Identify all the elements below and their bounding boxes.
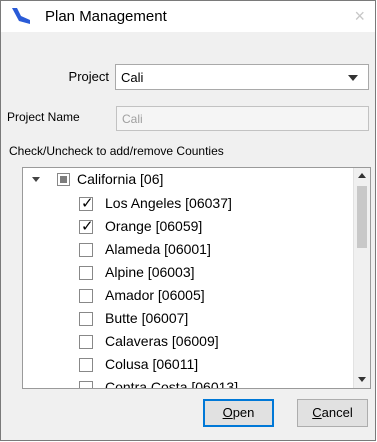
project-name-field[interactable] [116,106,369,131]
cancel-label-rest: ancel [321,405,353,420]
county-label: Alpine [06003] [105,264,195,280]
county-label: Calaveras [06009] [105,333,219,349]
county-label: Orange [06059] [105,218,203,234]
scroll-thumb[interactable] [357,186,367,248]
open-label-rest: pen [232,405,255,420]
county-checkbox[interactable]: ✓ [79,218,94,235]
county-checkbox[interactable] [79,312,93,326]
app-logo-icon [12,8,30,24]
window-title: Plan Management [45,8,167,25]
checkmark-icon: ✓ [81,195,94,212]
open-button[interactable]: Open [203,399,274,427]
county-checkbox[interactable] [79,381,93,388]
close-icon[interactable]: × [354,7,365,25]
open-mnemonic: O [222,405,233,420]
scroll-down-arrow-icon[interactable] [358,377,366,382]
cancel-mnemonic: C [312,405,322,420]
county-checkbox[interactable] [79,243,93,257]
county-checkbox[interactable] [79,266,93,280]
county-label: Butte [06007] [105,310,189,326]
checkmark-icon: ✓ [81,218,94,235]
counties-instructions: Check/Uncheck to add/remove Counties [9,144,224,158]
root-partial-checkbox[interactable] [57,173,70,186]
counties-tree[interactable]: California [06] ✓ Los Angeles [06037] ✓ … [22,167,371,389]
plan-management-dialog: Plan Management × Project Cali Project N… [0,0,376,441]
scroll-up-arrow-icon[interactable] [358,173,366,178]
county-label: Los Angeles [06037] [105,195,232,211]
county-checkbox[interactable]: ✓ [79,195,94,212]
project-dropdown-value: Cali [121,70,144,85]
county-label: Alameda [06001] [105,241,211,257]
tree-scrollbar[interactable] [353,168,370,388]
project-dropdown[interactable]: Cali [115,64,369,90]
county-label: Colusa [06011] [105,356,199,372]
project-name-label: Project Name [7,110,80,124]
tree-root-california[interactable]: California [06] [77,171,163,187]
title-bar[interactable]: Plan Management × [1,1,375,32]
county-label: Amador [06005] [105,287,205,303]
chevron-down-icon[interactable] [348,75,358,81]
cancel-button[interactable]: Cancel [297,399,368,427]
project-label: Project [68,69,109,84]
expand-arrow-icon[interactable] [32,177,40,182]
county-checkbox[interactable] [79,289,93,303]
county-checkbox[interactable] [79,335,93,349]
county-label: Contra Costa [06013] [105,379,239,389]
county-checkbox[interactable] [79,358,93,372]
